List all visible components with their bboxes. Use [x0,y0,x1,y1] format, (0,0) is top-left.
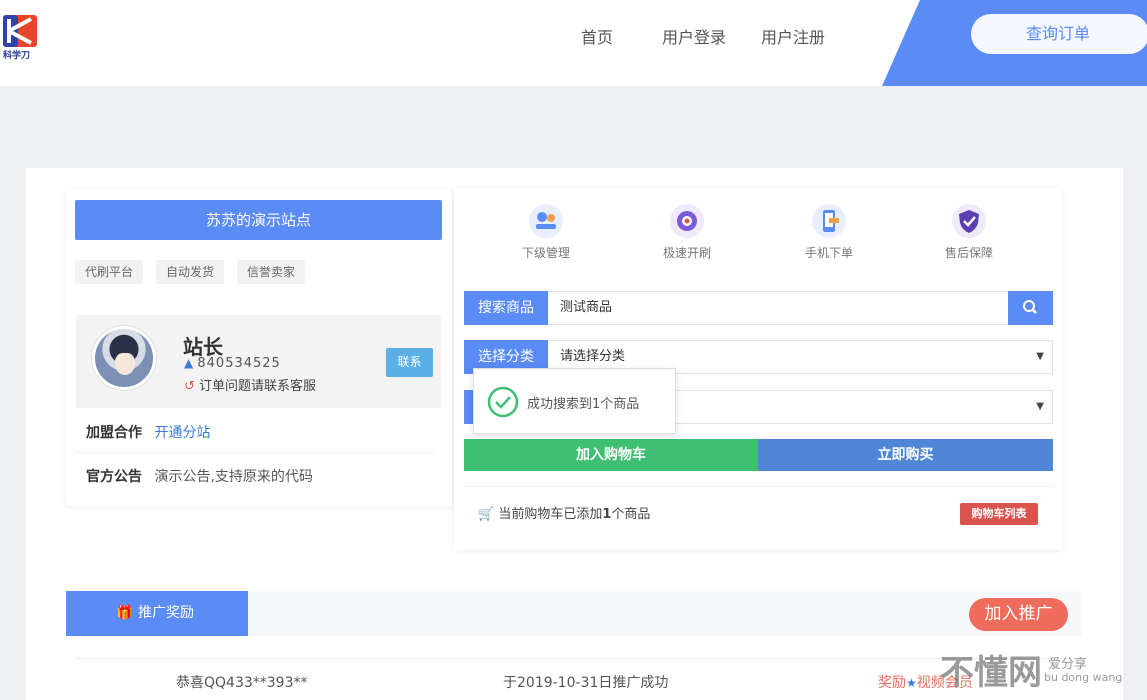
feature-team[interactable]: 下级管理 [501,204,591,261]
promo-reward-prefix: 奖励 [878,675,906,691]
star-icon: ★ [906,676,917,690]
nav-register[interactable]: 用户注册 [761,24,825,48]
feature-shield[interactable]: 售后保障 [924,204,1014,261]
search-label: 搜索商品 [464,291,548,325]
query-order-button[interactable]: 查询订单 [971,14,1147,54]
watermark-sub: 爱分享 [1048,657,1088,672]
chevron-down-icon: ▼ [1036,401,1044,412]
phone-icon [812,204,846,238]
promo-tab-label: 推广奖励 [138,605,194,621]
cart-icon: 🛒 [478,507,495,522]
add-to-cart-button[interactable]: 加入购物车 [464,439,758,471]
avatar [92,326,156,390]
watermark-pinyin: bu dong wang [1044,671,1123,684]
open-substation-link[interactable]: 开通分站 [154,425,210,441]
search-row: 搜索商品 测试商品 [464,291,1053,325]
site-title: 苏苏的演示站点 [75,200,442,240]
watermark-main: 不懂网 [940,653,1042,693]
search-icon [1023,300,1037,314]
gift-icon: 🎁 [116,605,134,621]
site-logo[interactable]: 科学刀 [3,15,39,61]
qq-icon: ▲ [184,356,194,370]
support-note: ↺ 订单问题请联系客服 [184,375,316,394]
qq-number: 840534525 [197,356,281,371]
feature-phone-label: 手机下单 [804,246,853,260]
tag-trusted-seller: 信誉卖家 [237,260,306,284]
qq-line: ▲ 840534525 [184,356,281,371]
contact-button[interactable]: 联系 [386,348,433,377]
feature-shield-label: 售后保障 [944,246,993,260]
check-circle-icon [487,386,519,418]
notice-label: 官方公告 [86,469,142,485]
feature-rocket[interactable]: 极速开刷 [642,204,732,261]
divider [76,452,434,453]
join-label: 加盟合作 [86,425,142,441]
nav-home[interactable]: 首页 [581,24,613,48]
join-promo-button[interactable]: 加入推广 [969,598,1068,631]
buy-now-button[interactable]: 立即购买 [758,439,1053,471]
tag-auto-delivery: 自动发货 [156,260,225,284]
chevron-down-icon: ▼ [1036,351,1044,362]
cart-list-button[interactable]: 购物车列表 [960,503,1038,525]
toast-message: 成功搜索到1个商品 [527,397,640,412]
notice-text: 演示公告,支持原来的代码 [154,469,313,485]
watermark: 不懂网 爱分享 bu dong wang [940,645,1122,694]
cart-status-prefix: 当前购物车已添加 [498,507,603,522]
tag-platform: 代刷平台 [75,260,144,284]
notice-row: 官方公告 演示公告,支持原来的代码 [86,466,313,486]
search-button[interactable] [1008,291,1053,325]
cart-status: 🛒 当前购物车已添加1个商品 [478,503,650,522]
cart-status-suffix: 个商品 [611,507,651,522]
tab-promo-reward[interactable]: 🎁 推广奖励 [66,591,248,636]
feature-phone[interactable]: 手机下单 [784,204,874,261]
support-note-text: 订单问题请联系客服 [199,379,317,394]
logo-text: 科学刀 [3,51,31,61]
search-input[interactable]: 测试商品 [560,292,612,324]
shield-icon [952,204,986,238]
success-toast: 成功搜索到1个商品 [473,368,676,434]
divider [464,486,1053,487]
promo-date: 于2019-10-31日推广成功 [503,675,669,691]
logo-mark-icon [3,15,37,47]
divider [76,658,1082,659]
feature-team-label: 下级管理 [521,246,570,260]
join-row: 加盟合作 开通分站 [86,422,210,442]
history-icon: ↺ [184,379,195,394]
promo-user: 恭喜QQ433**393** [176,675,308,691]
rocket-icon [670,204,704,238]
nav-login[interactable]: 用户登录 [662,24,726,48]
feature-rocket-label: 极速开刷 [662,246,711,260]
team-icon [529,204,563,238]
top-header: 科学刀 首页 用户登录 用户注册 查询订单 [0,0,1147,86]
